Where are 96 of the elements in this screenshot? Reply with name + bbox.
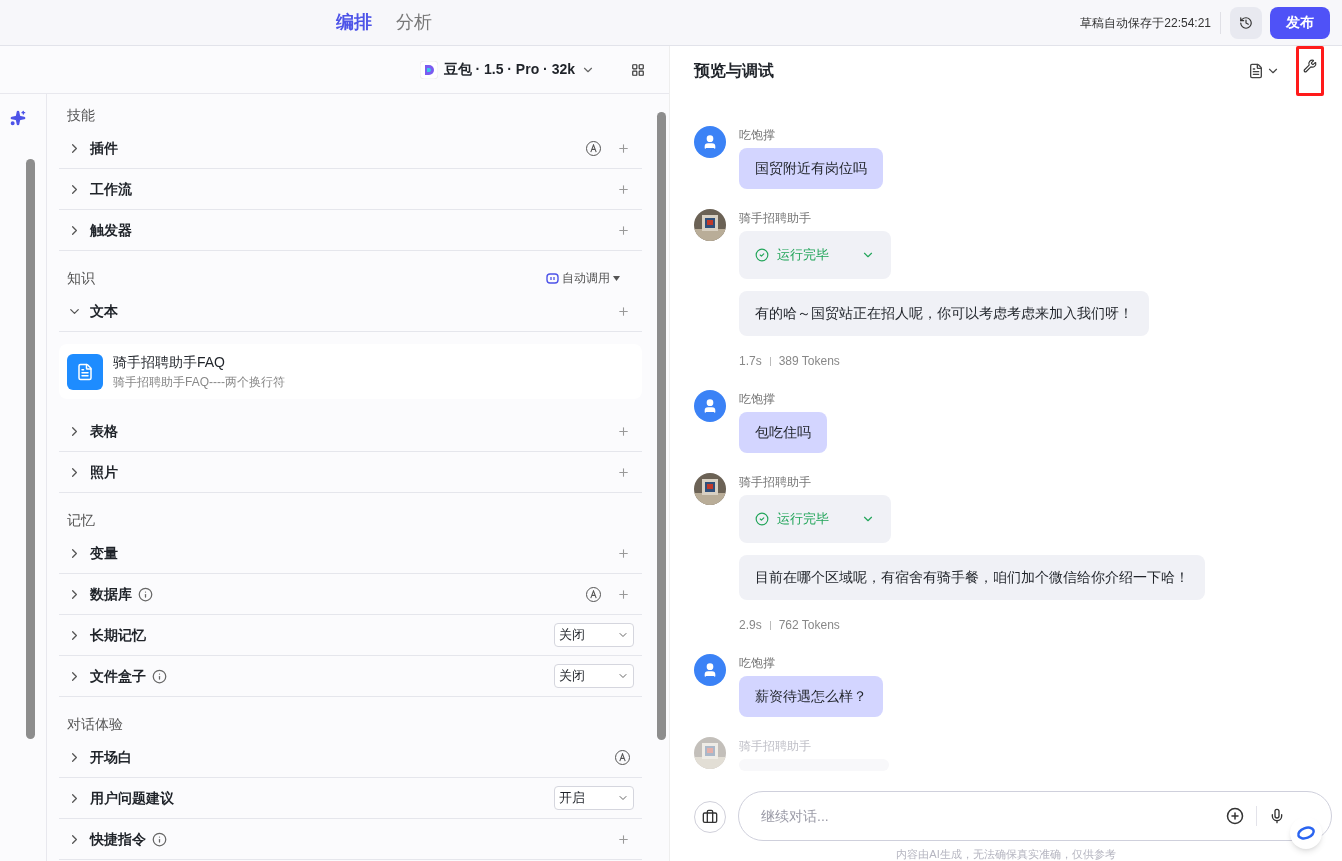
section-item-label: 开场白 [90,747,132,767]
user-message: 薪资待遇怎么样？ [739,676,883,717]
tab[interactable]: 编排 [336,9,372,36]
list-row[interactable]: 表格 [59,411,642,452]
caret-icon [613,275,620,281]
auto-call-dropdown[interactable]: 自动调用 [546,269,620,287]
info-icon [138,586,153,602]
section-item-label: 工作流 [90,179,132,199]
scrollbar[interactable] [657,112,666,740]
microphone-icon[interactable] [1269,808,1285,824]
response-time: 1.7s [739,353,762,370]
add-icon[interactable] [617,587,630,601]
history-icon [1239,15,1253,30]
panel-title: 预览与调试 [694,61,774,81]
token-count: 762 Tokens [778,617,840,634]
knowledge-title: 骑手招聘助手FAQ [113,353,226,372]
sender-name: 吃饱撑 [739,391,775,408]
debug-dropdown[interactable] [1248,63,1280,79]
ai-disclaimer: 内容由AI生成，无法确保真实准确，仅供参考 [895,847,1117,861]
user-avatar [694,654,726,686]
list-row[interactable]: 文本 [59,291,642,332]
list-row[interactable]: 快捷指令 [59,819,642,860]
add-icon[interactable] [617,223,630,237]
section-item-label: 插件 [90,138,118,158]
model-selector[interactable]: 豆包 · 1.5 · Pro · 32k [419,59,595,80]
section-item-label: 文本 [90,301,118,321]
knowledge-subtitle: 骑手招聘助手FAQ----两个换行符 [113,374,285,391]
section-item-label: 变量 [90,543,118,563]
section-item-label: 用户问题建议 [90,788,174,808]
section-item-label: 触发器 [90,220,132,240]
add-icon[interactable] [617,304,630,318]
section-item-label: 快捷指令 [90,829,146,849]
section-item-label: 数据库 [90,584,132,604]
info-icon [152,831,167,847]
list-row[interactable]: 变量 [59,533,642,574]
list-row[interactable]: 数据库 [59,574,642,615]
knowledge-card[interactable]: 骑手招聘助手FAQ 骑手招聘助手FAQ----两个换行符 [59,344,642,399]
briefcase-icon [702,809,718,825]
section-title: 技能 [67,105,95,125]
document-icon [1248,63,1264,79]
section-title: 知识 [67,268,95,288]
section-title: 对话体验 [67,714,123,734]
ring-icon [1296,825,1316,841]
section-item-label: 照片 [90,462,118,482]
user-message: 包吃住吗 [739,412,827,453]
user-avatar [694,126,726,158]
add-icon[interactable] [617,424,630,438]
document-icon [67,353,103,390]
scrollbar[interactable] [26,159,35,739]
token-count: 389 Tokens [778,353,840,370]
tab[interactable]: 分析 [396,9,432,36]
mode-select[interactable]: 关闭 [554,664,634,688]
list-row[interactable]: 开场白 [59,737,642,778]
sender-name: 骑手招聘助手 [739,738,811,755]
add-icon[interactable] [617,546,630,560]
mode-select[interactable]: 关闭 [554,623,634,647]
list-row[interactable]: 工作流 [59,169,642,210]
wrench-icon [1303,59,1317,73]
section-title: 记忆 [67,510,95,530]
layout-icon[interactable] [631,62,645,77]
autosave-status: 草稿自动保存于22:54:21 [1080,14,1211,32]
list-row[interactable]: 照片 [59,452,642,493]
add-icon[interactable] [617,465,630,479]
section-item-label: 长期记忆 [90,625,146,645]
bot-message: 目前在哪个区域呢，有宿舍有骑手餐，咱们加个微信给你介绍一下哈！ [739,555,1205,600]
chat-input[interactable]: 继续对话... [738,791,1332,841]
sender-name: 骑手招聘助手 [739,474,811,491]
user-avatar [694,390,726,422]
add-icon[interactable] [617,141,630,155]
robot-icon [546,272,559,284]
list-row[interactable]: 用户问题建议 开启 [59,778,642,819]
publish-button[interactable]: 发布 [1270,6,1330,39]
check-icon [755,248,769,262]
section-item-label: 表格 [90,421,118,441]
response-time: 2.9s [739,617,762,634]
user-message: 国贸附近有岗位吗 [739,148,883,189]
sender-name: 吃饱撑 [739,655,775,672]
sender-name: 吃饱撑 [739,127,775,144]
check-icon [755,512,769,526]
attach-icon[interactable] [1226,807,1244,825]
sender-name: 骑手招聘助手 [739,210,811,227]
add-icon[interactable] [617,832,630,846]
model-logo-icon [419,60,438,79]
list-row[interactable]: 触发器 [59,210,642,251]
list-row[interactable]: 插件 [59,128,642,169]
mode-select[interactable]: 开启 [554,786,634,810]
section-item-label: 文件盒子 [90,666,146,686]
message-input[interactable]: 继续对话... [761,805,1226,827]
sparkle-icon[interactable] [10,110,26,126]
bot-message: 有的哈～国贸站正在招人呢，你可以考虑考虑来加入我们呀！ [739,291,1149,336]
history-button[interactable] [1230,6,1262,39]
wrench-button[interactable] [1296,46,1324,96]
list-row[interactable]: 文件盒子 关闭 [59,656,642,697]
list-row[interactable]: 长期记忆 关闭 [59,615,642,656]
add-icon[interactable] [617,182,630,196]
info-icon [152,668,167,684]
